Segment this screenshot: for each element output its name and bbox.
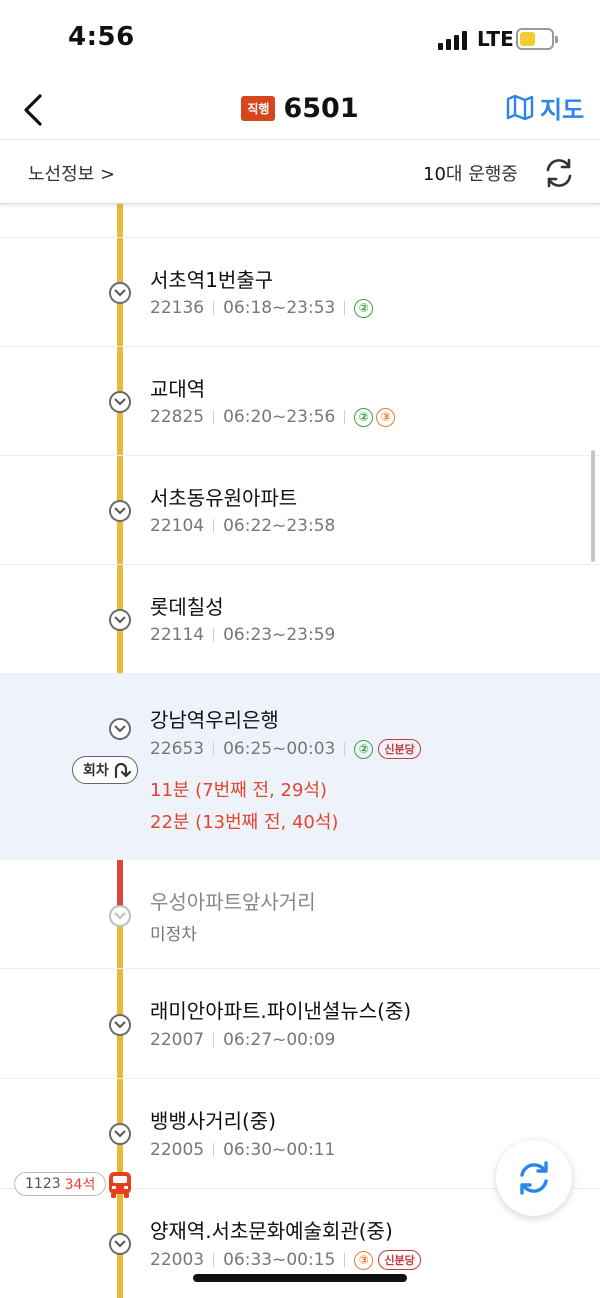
status-time: 4:56: [68, 22, 135, 52]
stop-hours: 06:23~23:59: [223, 625, 336, 645]
stop-code: 22005: [150, 1140, 205, 1160]
stop-code: 22825: [150, 407, 205, 427]
stop-name: 강남역우리은행: [150, 708, 279, 732]
subway-line-2-badge: ②: [354, 407, 374, 427]
stop-meta: 22653 06:25~00:03 ② 신분당: [150, 739, 421, 759]
turnaround-label: 회차: [83, 763, 109, 779]
stop-node-icon: [109, 500, 131, 522]
map-label: 지도: [540, 95, 585, 124]
battery-icon: [516, 28, 558, 50]
stop-hours: 06:20~23:56: [223, 407, 336, 427]
refresh-icon: [520, 1161, 548, 1195]
stop-node-icon: [109, 609, 131, 631]
home-indicator[interactable]: [193, 1274, 407, 1282]
subway-line-3-badge: ③: [376, 407, 396, 427]
stop-hours: 06:25~00:03: [223, 739, 336, 759]
bus-icon[interactable]: [107, 1170, 133, 1200]
stop-node-icon: [109, 905, 131, 927]
bus-plate-number: 1123: [25, 1176, 61, 1192]
stop-row-skipped[interactable]: 우성아파트앞사거리 미정차: [0, 860, 600, 969]
running-bus-count: 10대 운행중: [423, 160, 518, 186]
running-count-suffix: 대 운행중: [445, 164, 518, 185]
stop-status: 미정차: [150, 920, 197, 945]
running-count-number: 10: [423, 164, 446, 185]
sync-icon[interactable]: [540, 154, 578, 192]
arrival-time-second: 22분 (13번째 전, 40석): [150, 812, 339, 833]
stop-row[interactable]: 래미안아파트.파이낸셜뉴스(중) 22007 06:27~00:09: [0, 969, 600, 1079]
map-button[interactable]: 지도: [506, 90, 584, 124]
stop-name: 롯데칠성: [150, 595, 224, 619]
stop-row[interactable]: 서초역1번출구 22136 06:18~23:53 ②: [0, 238, 600, 347]
nav-bar: 직행 6501 지도: [0, 80, 600, 140]
stop-hours: 06:22~23:58: [223, 516, 336, 536]
back-button[interactable]: [14, 84, 58, 132]
stop-row[interactable]: 교대역 22825 06:20~23:56 ② ③: [0, 347, 600, 456]
stop-meta: 22114 06:23~23:59: [150, 625, 335, 645]
chevron-left-icon: [24, 94, 42, 126]
stop-code: 22104: [150, 516, 205, 536]
shinbundang-line-badge: 신분당: [378, 1250, 421, 1270]
stop-name: 뱅뱅사거리(중): [150, 1109, 277, 1133]
shinbundang-line-badge: 신분당: [378, 739, 421, 759]
stop-code: 22136: [150, 298, 205, 318]
stop-name: 양재역.서초문화예술회관(중): [150, 1219, 393, 1243]
route-subheader: 노선정보 > 10대 운행중: [0, 140, 600, 204]
stop-hours: 06:30~00:11: [223, 1140, 336, 1160]
turnaround-badge: 회차: [72, 756, 138, 784]
stop-code: 22007: [150, 1030, 205, 1050]
stop-hours: 06:27~00:09: [223, 1030, 336, 1050]
stop-meta: 22136 06:18~23:53 ②: [150, 298, 376, 318]
subway-line-3-badge: ③: [354, 1250, 374, 1270]
stop-node-icon: [109, 718, 131, 740]
stop-code: 22003: [150, 1250, 205, 1270]
stop-list[interactable]: 서초역1번출구 22136 06:18~23:53 ② 교대역 22825 06…: [0, 204, 600, 1298]
stop-name: 교대역: [150, 377, 206, 401]
arrival-time-first: 11분 (7번째 전, 29석): [150, 780, 327, 801]
no-stop-label: 미정차: [150, 925, 197, 945]
stop-node-icon: [109, 391, 131, 413]
u-turn-icon: [114, 762, 131, 779]
stop-meta: 22003 06:33~00:15 ③ 신분당: [150, 1250, 421, 1270]
refresh-button[interactable]: [496, 1140, 572, 1216]
signal-strength-icon: [438, 30, 468, 50]
bus-location-tag[interactable]: 1123 34석: [14, 1172, 107, 1196]
stop-name: 서초동유원아파트: [150, 486, 298, 510]
network-type: LTE: [477, 27, 514, 51]
stop-row[interactable]: 롯데칠성 22114 06:23~23:59: [0, 565, 600, 674]
stop-meta: 22007 06:27~00:09: [150, 1030, 335, 1050]
stop-name: 우성아파트앞사거리: [150, 890, 316, 914]
route-number: 6501: [283, 92, 359, 124]
stop-code: 22114: [150, 625, 205, 645]
stop-node-icon: [109, 1014, 131, 1036]
stop-row[interactable]: 서초동유원아파트 22104 06:22~23:58: [0, 456, 600, 565]
subway-line-2-badge: ②: [354, 739, 374, 759]
stop-meta: 22104 06:22~23:58: [150, 516, 335, 536]
stop-code: 22653: [150, 739, 205, 759]
scrollbar-thumb[interactable]: [591, 450, 595, 562]
express-badge: 직행: [241, 95, 276, 121]
stop-node-icon: [109, 1123, 131, 1145]
stop-node-icon: [109, 1233, 131, 1255]
stop-name: 서초역1번출구: [150, 268, 274, 292]
status-bar: 4:56 LTE: [0, 0, 600, 80]
route-info-link[interactable]: 노선정보 >: [28, 160, 115, 186]
stop-hours: 06:18~23:53: [223, 298, 336, 318]
stop-node-icon: [109, 282, 131, 304]
stop-meta: 22825 06:20~23:56 ② ③: [150, 407, 398, 427]
map-icon: [506, 94, 534, 120]
subway-line-2-badge: ②: [354, 298, 374, 318]
bus-available-seats: 34석: [64, 1177, 96, 1193]
stop-meta: 22005 06:30~00:11: [150, 1140, 335, 1160]
list-item-partial[interactable]: [0, 204, 600, 238]
stop-hours: 06:33~00:15: [223, 1250, 336, 1270]
stop-name: 래미안아파트.파이낸셜뉴스(중): [150, 999, 412, 1023]
